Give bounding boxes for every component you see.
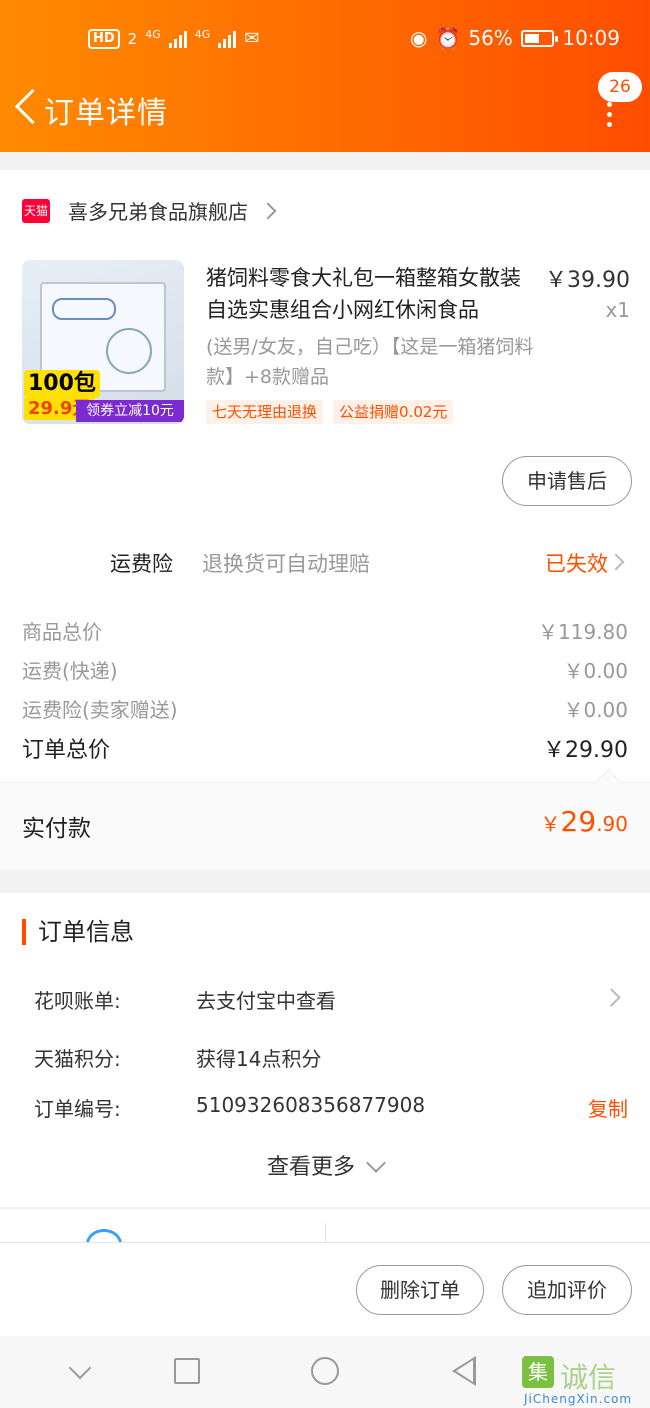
product-title[interactable]: 猪饲料零食大礼包一箱整箱女散装自选实惠组合小网红休闲食品 (206, 262, 540, 326)
fee-label: 运费(快递) (22, 659, 118, 683)
fee-value: ￥119.80 (538, 620, 628, 644)
info-row-order-number: 订单编号: 510932608356877908 复制 (34, 1093, 628, 1123)
fee-row-goods-total: 商品总价 ￥119.80 (22, 616, 628, 645)
product-price: ￥39.90 (545, 268, 630, 293)
back-icon[interactable] (452, 1356, 476, 1386)
status-left: HD 2 4G 4G ✉ (88, 28, 259, 49)
divider (325, 1223, 326, 1242)
info-row-huabei[interactable]: 花呗账单: 去支付宝中查看 (34, 985, 628, 1015)
status-right: ◉ ⏰ 56% 10:09 (410, 26, 650, 50)
fee-label: 商品总价 (22, 620, 102, 644)
info-value[interactable]: 去支付宝中查看 (196, 985, 336, 1014)
info-key: 花呗账单: (34, 989, 121, 1013)
info-key: 天猫积分: (34, 1047, 121, 1071)
see-more-button[interactable]: 查看更多 (0, 1149, 650, 1181)
back-arrow-icon[interactable] (10, 86, 44, 128)
nav-bar: 订单详情 (0, 78, 650, 140)
paid-amount-box: 实付款 ￥29.90 (0, 782, 650, 870)
chevron-right-icon (602, 988, 621, 1007)
product-image[interactable]: 100包 29.9元 领券立减10元 (22, 260, 184, 424)
info-key: 订单编号: (34, 1097, 121, 1121)
paid-int: 29 (560, 805, 597, 838)
partial-service-row (0, 1208, 650, 1242)
service-icon (86, 1229, 122, 1242)
hd-icon: HD (88, 28, 120, 49)
product-tags: 七天无理由退换 公益捐赠0.02元 (206, 400, 454, 424)
signal-icon-2 (218, 30, 237, 48)
battery-percent: 56% (468, 26, 513, 50)
clock: 10:09 (562, 26, 620, 50)
fee-value: ￥0.00 (563, 698, 628, 722)
status-bar: HD 2 4G 4G ✉ ◉ ⏰ 56% 10:09 (0, 22, 650, 62)
paid-label: 实付款 (22, 816, 91, 842)
info-value: 获得14点积分 (196, 1047, 322, 1071)
watermark-text: 诚信 (560, 1361, 617, 1394)
add-review-button[interactable]: 追加评价 (502, 1265, 632, 1315)
see-more-label: 查看更多 (266, 1155, 355, 1180)
info-row-points: 天猫积分: 获得14点积分 (34, 1043, 628, 1073)
fee-label: 订单总价 (22, 738, 111, 763)
order-number: 510932608356877908 (196, 1093, 426, 1117)
shipping-insurance-row[interactable]: 运费险 退换货可自动理赔 已失效 (0, 546, 650, 582)
hd-sub: 2 (127, 29, 138, 48)
wechat-icon: ✉ (244, 28, 260, 49)
chevron-right-icon (607, 553, 625, 571)
home-icon[interactable] (311, 1357, 339, 1385)
network-label-1: 4G (145, 28, 161, 41)
order-card: 天猫 喜多兄弟食品旗舰店 100包 29.9元 领券立减10元 猪饲料零食大礼包… (0, 170, 650, 870)
shop-name[interactable]: 喜多兄弟食品旗舰店 (68, 196, 248, 225)
recents-icon[interactable] (174, 1358, 200, 1384)
order-info-card: 订单信息 花呗账单: 去支付宝中查看 天猫积分: 获得14点积分 订单编号: 5… (0, 893, 650, 1207)
image-badge: 100包 (24, 370, 100, 398)
fee-value: ￥0.00 (563, 659, 628, 683)
order-info-title: 订单信息 (22, 919, 134, 945)
product-sku: (送男/女友，自己吃）【这是一箱猪饲料款】+8款赠品 (206, 336, 534, 388)
watermark-logo-icon: 集 (522, 1356, 554, 1388)
fee-row-insurance: 运费险(卖家赠送) ￥0.00 (22, 694, 628, 723)
tmall-logo-icon: 天猫 (22, 198, 50, 223)
paid-amount: ￥29.90 (541, 805, 628, 838)
paid-currency: ￥ (540, 812, 561, 836)
hide-keyboard-icon[interactable] (68, 1356, 92, 1380)
charity-tag: 公益捐赠0.02元 (333, 400, 454, 424)
insurance-label: 运费险 (110, 552, 173, 576)
after-sale-button[interactable]: 申请售后 (502, 456, 632, 506)
chevron-down-icon (366, 1153, 386, 1173)
insurance-status: 已失效 (545, 552, 608, 576)
fee-value: ￥29.90 (543, 738, 628, 763)
battery-icon (520, 29, 558, 47)
signal-icon (168, 30, 187, 48)
fee-label: 运费险(卖家赠送) (22, 698, 178, 722)
battery-level (524, 33, 540, 43)
fee-row-order-total: 订单总价 ￥29.90 (22, 732, 628, 764)
image-coupon: 领券立减10元 (76, 400, 184, 422)
fee-row-shipping: 运费(快递) ￥0.00 (22, 655, 628, 684)
insurance-desc: 退换货可自动理赔 (202, 552, 370, 576)
action-bar: 删除订单 追加评价 (0, 1242, 650, 1336)
message-count-badge[interactable]: 26 (598, 72, 642, 102)
return-policy-tag: 七天无理由退换 (206, 400, 324, 424)
copy-button[interactable]: 复制 (588, 1093, 628, 1122)
paid-dec: .90 (596, 812, 628, 836)
product-quantity: x1 (605, 298, 630, 322)
watermark: 集 诚信 JiChengXin.com (520, 1356, 644, 1408)
header: HD 2 4G 4G ✉ ◉ ⏰ 56% 10:09 订单详情 26 (0, 0, 650, 152)
network-label-2: 4G (194, 28, 211, 41)
page-title: 订单详情 (44, 96, 168, 131)
shop-row[interactable]: 天猫 喜多兄弟食品旗舰店 (22, 196, 277, 225)
alarm-icon: ⏰ (435, 26, 461, 50)
chevron-right-icon (259, 202, 277, 219)
delete-order-button[interactable]: 删除订单 (356, 1265, 484, 1315)
watermark-url: JiChengXin.com (524, 1392, 633, 1406)
eye-icon: ◉ (410, 26, 428, 50)
